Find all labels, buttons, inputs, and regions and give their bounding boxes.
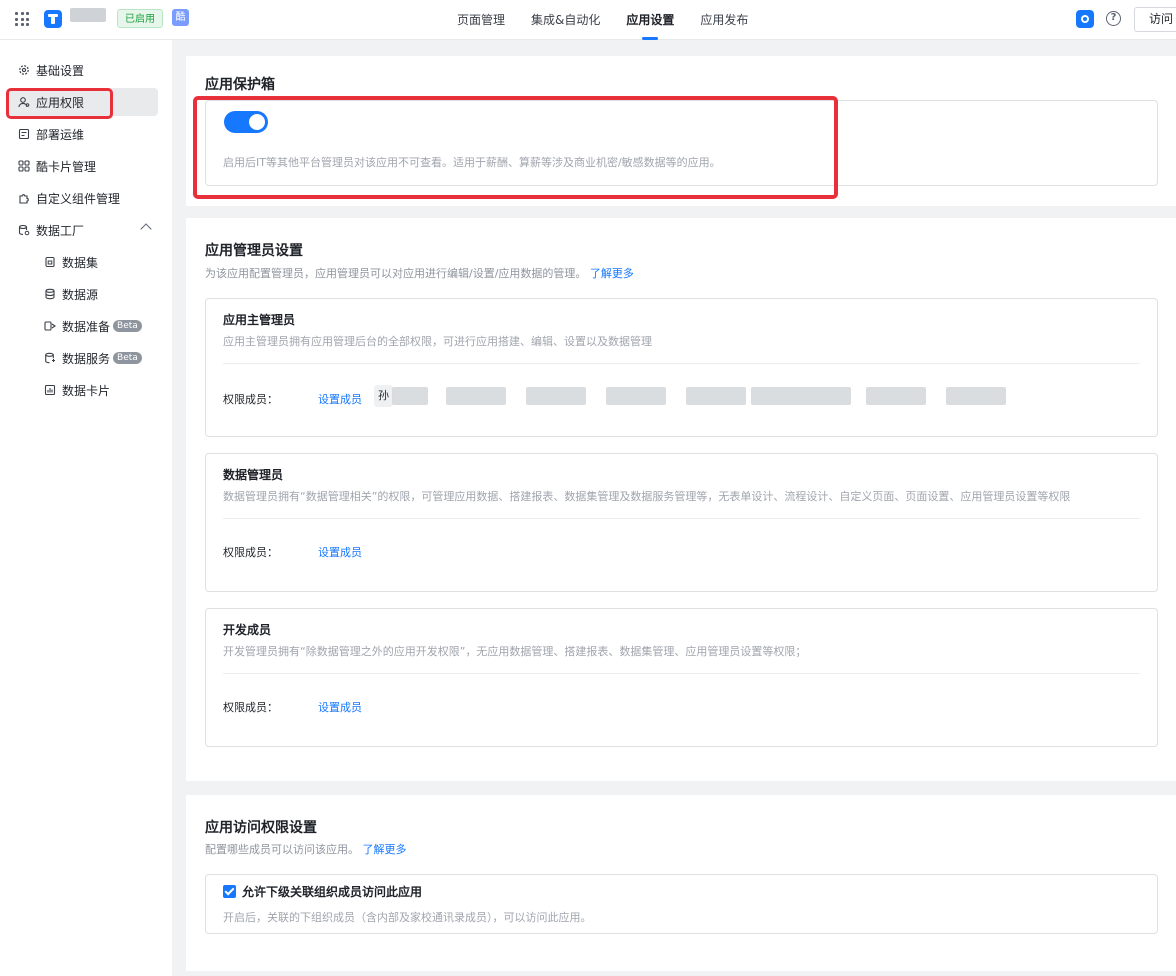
dataset-icon bbox=[44, 256, 56, 268]
sidebar-item-label: 部署运维 bbox=[36, 127, 85, 142]
member-redacted bbox=[392, 387, 428, 405]
card-title: 开发成员 bbox=[223, 623, 272, 637]
protect-box-toggle[interactable] bbox=[224, 111, 268, 133]
section-description: 为该应用配置管理员，应用管理员可以对应用进行编辑/设置/应用数据的管理。 了解更… bbox=[205, 267, 634, 280]
access-option-card: 允许下级关联组织成员访问此应用 开启后，关联的下组织成员（含内部及家校通讯录成员… bbox=[205, 874, 1158, 934]
access-settings-section: 应用访问权限设置 配置哪些成员可以访问该应用。 了解更多 允许下级关联组织成员访… bbox=[186, 795, 1176, 971]
dev-members-card: 开发成员 开发管理员拥有“除数据管理之外的应用开发权限”，无应用数据管理、搭建报… bbox=[205, 608, 1158, 747]
member-redacted bbox=[526, 387, 586, 405]
sidebar-item-data-card[interactable]: 数据卡片 bbox=[8, 376, 158, 404]
sidebar-item-data-service[interactable]: 数据服务 Beta bbox=[8, 344, 158, 372]
top-nav: 页面管理 集成&自动化 应用设置 应用发布 bbox=[444, 0, 761, 40]
member-redacted bbox=[866, 387, 926, 405]
card-description: 应用主管理员拥有应用管理后台的全部权限，可进行应用搭建、编辑、设置以及数据管理 bbox=[223, 335, 652, 348]
sidebar-item-label: 数据卡片 bbox=[62, 383, 111, 398]
beta-badge: Beta bbox=[113, 352, 142, 364]
divider bbox=[223, 363, 1140, 364]
puzzle-icon bbox=[18, 192, 30, 204]
sidebar-item-deploy-ops[interactable]: 部署运维 bbox=[8, 120, 158, 148]
sidebar-item-dataset[interactable]: 数据集 bbox=[8, 248, 158, 276]
card-description: 数据管理员拥有“数据管理相关”的权限，可管理应用数据、搭建报表、数据集管理及数据… bbox=[223, 490, 1071, 503]
divider bbox=[223, 518, 1140, 519]
card-title: 数据管理员 bbox=[223, 468, 284, 482]
sidebar: 基础设置 应用权限 部署运维 酷卡片管理 自定义组件管理 数据工厂 数据集 数据… bbox=[0, 40, 172, 976]
sidebar-item-custom-component-management[interactable]: 自定义组件管理 bbox=[8, 184, 158, 212]
member-label: 权限成员： bbox=[223, 546, 278, 559]
app-name-redacted bbox=[70, 8, 106, 22]
gear-icon bbox=[18, 64, 30, 76]
chevron-up-icon[interactable] bbox=[140, 223, 152, 235]
section-title: 应用管理员设置 bbox=[205, 243, 303, 259]
member-redacted bbox=[686, 387, 746, 405]
app-logo-icon bbox=[44, 10, 62, 28]
learn-more-link[interactable]: 了解更多 bbox=[590, 267, 634, 280]
help-icon[interactable]: ? bbox=[1106, 11, 1121, 26]
sidebar-item-label: 基础设置 bbox=[36, 63, 85, 78]
sidebar-item-cool-card-management[interactable]: 酷卡片管理 bbox=[8, 152, 158, 180]
card-description: 开发管理员拥有“除数据管理之外的应用开发权限”，无应用数据管理、搭建报表、数据集… bbox=[223, 645, 807, 658]
member-redacted bbox=[946, 387, 1006, 405]
status-badge: 已启用 bbox=[117, 9, 163, 28]
database-icon bbox=[44, 288, 56, 300]
protect-box-description: 启用后IT等其他平台管理员对该应用不可查看。适用于薪酬、算薪等涉及商业机密/敏感… bbox=[223, 156, 721, 169]
top-bar: 已启用 酷 页面管理 集成&自动化 应用设置 应用发布 ? 访问 bbox=[0, 0, 1176, 40]
card-title: 应用主管理员 bbox=[223, 313, 296, 327]
protect-box-section: 应用保护箱 启用后IT等其他平台管理员对该应用不可查看。适用于薪酬、算薪等涉及商… bbox=[186, 56, 1176, 206]
tab-app-settings[interactable]: 应用设置 bbox=[613, 0, 687, 40]
admin-settings-section: 应用管理员设置 为该应用配置管理员，应用管理员可以对应用进行编辑/设置/应用数据… bbox=[186, 218, 1176, 781]
divider bbox=[223, 673, 1140, 674]
grid-icon bbox=[18, 160, 30, 172]
sidebar-item-label: 数据源 bbox=[62, 287, 99, 302]
member-label: 权限成员： bbox=[223, 701, 278, 714]
member-redacted bbox=[751, 387, 851, 405]
checkbox-description: 开启后，关联的下组织成员（含内部及家校通讯录成员），可以访问此应用。 bbox=[223, 911, 592, 924]
protect-box-card: 启用后IT等其他平台管理员对该应用不可查看。适用于薪酬、算薪等涉及商业机密/敏感… bbox=[205, 100, 1158, 186]
data-prep-icon bbox=[44, 320, 56, 332]
sidebar-item-label: 应用权限 bbox=[36, 95, 85, 110]
member-redacted bbox=[446, 387, 506, 405]
set-members-link[interactable]: 设置成员 bbox=[318, 544, 362, 560]
member-chip[interactable]: 孙 bbox=[374, 385, 393, 407]
sidebar-item-data-factory[interactable]: 数据工厂 bbox=[8, 216, 158, 244]
learn-more-link[interactable]: 了解更多 bbox=[363, 843, 407, 856]
sidebar-item-label: 数据服务 bbox=[62, 351, 111, 366]
sidebar-item-label: 自定义组件管理 bbox=[36, 191, 121, 206]
sidebar-item-label: 数据集 bbox=[62, 255, 99, 270]
member-label: 权限成员： bbox=[223, 393, 278, 406]
app-grid-icon[interactable] bbox=[15, 12, 29, 26]
checkbox-label[interactable]: 允许下级关联组织成员访问此应用 bbox=[242, 883, 422, 900]
tab-app-publish[interactable]: 应用发布 bbox=[687, 0, 761, 40]
visit-button[interactable]: 访问 bbox=[1134, 7, 1176, 32]
sidebar-item-label: 酷卡片管理 bbox=[36, 159, 97, 174]
sidebar-item-app-permissions[interactable]: 应用权限 bbox=[8, 88, 158, 116]
section-title: 应用保护箱 bbox=[205, 77, 275, 93]
extension-icon[interactable] bbox=[1076, 10, 1094, 28]
ku-badge: 酷 bbox=[172, 9, 189, 26]
section-title: 应用访问权限设置 bbox=[205, 820, 317, 836]
tab-integration-automation[interactable]: 集成&自动化 bbox=[518, 0, 613, 40]
sidebar-item-label: 数据准备 bbox=[62, 319, 111, 334]
section-description: 配置哪些成员可以访问该应用。 了解更多 bbox=[205, 843, 407, 856]
beta-badge: Beta bbox=[113, 320, 142, 332]
data-admin-card: 数据管理员 数据管理员拥有“数据管理相关”的权限，可管理应用数据、搭建报表、数据… bbox=[205, 453, 1158, 592]
deploy-icon bbox=[18, 128, 30, 140]
tab-page-management[interactable]: 页面管理 bbox=[444, 0, 518, 40]
data-card-icon bbox=[44, 384, 56, 396]
data-factory-icon bbox=[18, 224, 30, 236]
sidebar-item-data-prep[interactable]: 数据准备 Beta bbox=[8, 312, 158, 340]
sidebar-item-basic-settings[interactable]: 基础设置 bbox=[8, 56, 158, 84]
sidebar-item-datasource[interactable]: 数据源 bbox=[8, 280, 158, 308]
set-members-link[interactable]: 设置成员 bbox=[318, 391, 362, 407]
main-admin-card: 应用主管理员 应用主管理员拥有应用管理后台的全部权限，可进行应用搭建、编辑、设置… bbox=[205, 298, 1158, 437]
allow-sub-org-checkbox[interactable] bbox=[223, 885, 236, 898]
member-redacted bbox=[606, 387, 666, 405]
set-members-link[interactable]: 设置成员 bbox=[318, 699, 362, 715]
users-icon bbox=[18, 96, 30, 108]
sidebar-item-label: 数据工厂 bbox=[36, 223, 85, 238]
data-service-icon bbox=[44, 352, 56, 364]
